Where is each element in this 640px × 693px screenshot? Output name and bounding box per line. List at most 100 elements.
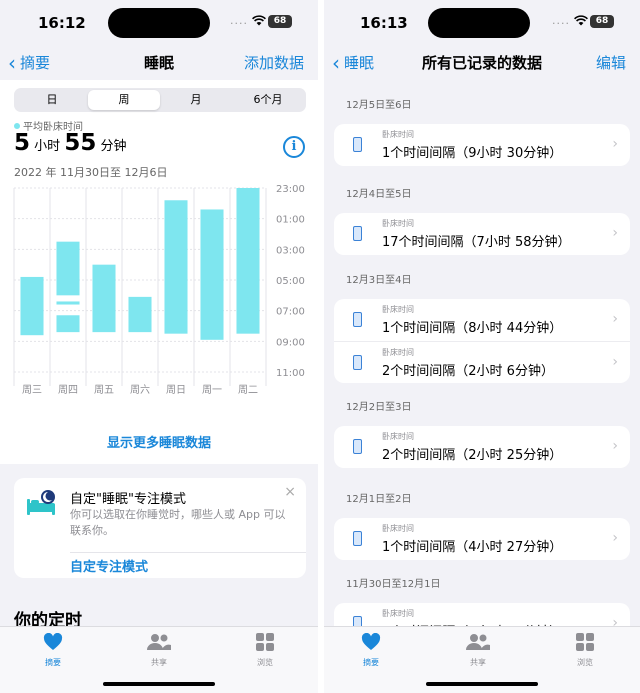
- x-tick-label: 周五: [94, 384, 114, 396]
- hours-value: 5: [14, 130, 31, 156]
- chevron-right-icon: ›: [612, 311, 618, 327]
- tab-sharing[interactable]: 共享: [443, 633, 513, 668]
- sleep-bar: [20, 276, 44, 336]
- segment-six-months[interactable]: 6个月: [232, 90, 304, 110]
- record-category: 卧床时间: [382, 348, 414, 357]
- status-time: 16:12: [38, 14, 86, 32]
- tab-browse-label: 浏览: [257, 658, 273, 667]
- record-row[interactable]: 卧床时间 1个时间间隔（9小时 30分钟） ›: [334, 124, 630, 166]
- record-category: 卧床时间: [382, 305, 414, 314]
- show-more-sleep-data-link[interactable]: 显示更多睡眠数据: [0, 432, 318, 451]
- sleep-bar: [200, 209, 224, 340]
- tab-summary-label: 摘要: [363, 658, 379, 667]
- record-summary: 1个时间间隔（4小时 27分钟）: [382, 540, 563, 555]
- cellular-signal-icon: ....: [230, 14, 248, 27]
- grid-icon: [576, 633, 594, 651]
- tab-browse[interactable]: 浏览: [230, 633, 300, 668]
- y-tick-label: 11:00: [276, 368, 305, 379]
- home-indicator: [426, 682, 538, 686]
- y-tick-label: 07:00: [276, 307, 305, 318]
- status-bar: 16:12 .... 68: [0, 0, 318, 44]
- iphone-icon: [353, 531, 362, 546]
- section-header: 12月2日至3日: [346, 402, 412, 413]
- sleep-bar: [128, 296, 152, 333]
- record-summary: 2个时间间隔（2小时 6分钟）: [382, 364, 554, 379]
- tab-summary[interactable]: 摘要: [336, 632, 406, 668]
- add-data-button[interactable]: 添加数据: [244, 52, 304, 73]
- y-tick-label: 09:00: [276, 337, 305, 348]
- tab-sharing[interactable]: 共享: [124, 633, 194, 668]
- average-value: 5 小时 55 分钟: [14, 130, 126, 156]
- dynamic-island: [108, 8, 210, 38]
- x-tick-label: 周三: [22, 384, 42, 396]
- sleep-screen: 16:12 .... 68 ‹ 摘要 睡眠 添加数据 日 周 月 6个月 平均卧床…: [0, 0, 318, 693]
- record-row[interactable]: 卧床时间 2个时间间隔（2小时 6分钟） ›: [334, 341, 630, 383]
- tab-summary-label: 摘要: [45, 658, 61, 667]
- focus-description: 你可以选取在你睡觉时，哪些人或 App 可以联系你。: [70, 508, 286, 537]
- chevron-right-icon: ›: [612, 438, 618, 454]
- iphone-icon: [353, 355, 362, 370]
- status-bar: 16:13 .... 68: [324, 0, 640, 44]
- sleep-focus-card: 自定"睡眠"专注模式 你可以选取在你睡觉时，哪些人或 App 可以联系你。 × …: [14, 478, 306, 578]
- record-card: 卧床时间 17个时间间隔（7小时 58分钟） ›: [334, 213, 630, 255]
- segment-month[interactable]: 月: [160, 90, 232, 110]
- sleep-chart-card: 日 周 月 6个月 平均卧床时间 5 小时 55 分钟 2022 年 11月30…: [0, 80, 318, 464]
- x-tick-label: 周日: [166, 384, 186, 396]
- period-segmented-control: 日 周 月 6个月: [14, 88, 306, 112]
- tab-browse[interactable]: 浏览: [550, 633, 620, 668]
- record-card: 卧床时间 1个时间间隔（4小时 27分钟） ›: [334, 518, 630, 560]
- record-row[interactable]: 卧床时间 1个时间间隔（4小时 27分钟） ›: [334, 518, 630, 560]
- chevron-right-icon: ›: [612, 530, 618, 546]
- iphone-icon: [353, 312, 362, 327]
- focus-title: 自定"睡眠"专注模式: [70, 492, 186, 507]
- hours-unit: 小时: [34, 139, 61, 154]
- x-tick-label: 周一: [202, 384, 222, 396]
- sleep-bar: [92, 264, 116, 333]
- minutes-value: 55: [64, 130, 97, 156]
- iphone-icon: [353, 439, 362, 454]
- sleep-bar: [56, 315, 80, 333]
- iphone-icon: [353, 137, 362, 152]
- home-indicator: [103, 682, 215, 686]
- tab-sharing-label: 共享: [151, 658, 167, 667]
- sleep-bar: [56, 301, 80, 305]
- wifi-icon: [252, 15, 266, 26]
- record-row[interactable]: 卧床时间 1个时间间隔（8小时 44分钟） ›: [334, 299, 630, 341]
- grid-icon: [256, 633, 274, 651]
- sleep-bar: [56, 241, 80, 296]
- status-time: 16:13: [360, 14, 408, 32]
- bed-moon-icon: [27, 490, 55, 515]
- nav-bar: ‹ 摘要 睡眠 添加数据: [0, 44, 318, 80]
- info-icon[interactable]: i: [283, 136, 305, 158]
- dynamic-island: [428, 8, 530, 38]
- record-row[interactable]: 卧床时间 17个时间间隔（7小时 58分钟） ›: [334, 213, 630, 255]
- legend-dot: [14, 123, 20, 129]
- minutes-unit: 分钟: [100, 139, 127, 154]
- section-header: 12月3日至4日: [346, 275, 412, 286]
- chevron-right-icon: ›: [612, 136, 618, 152]
- record-card: 卧床时间 2个时间间隔（2小时 25分钟） ›: [334, 426, 630, 468]
- sleep-bar: [164, 200, 188, 334]
- record-row[interactable]: 卧床时间 2个时间间隔（2小时 25分钟） ›: [334, 426, 630, 468]
- close-icon[interactable]: ×: [284, 484, 296, 500]
- x-tick-label: 周六: [130, 384, 150, 396]
- tab-browse-label: 浏览: [577, 658, 593, 667]
- y-tick-label: 03:00: [276, 245, 305, 256]
- edit-button[interactable]: 编辑: [596, 52, 626, 73]
- customize-focus-link[interactable]: 自定专注模式: [70, 556, 148, 575]
- tab-summary[interactable]: 摘要: [18, 632, 88, 668]
- y-tick-label: 23:00: [276, 184, 305, 195]
- cellular-signal-icon: ....: [552, 14, 570, 27]
- tab-bar: 摘要 共享 浏览: [0, 626, 318, 693]
- segment-week[interactable]: 周: [88, 90, 160, 110]
- segment-day[interactable]: 日: [16, 90, 88, 110]
- page-title: 所有已记录的数据: [421, 54, 542, 72]
- record-summary: 2个时间间隔（2小时 25分钟）: [382, 448, 563, 463]
- battery-icon: 68: [590, 15, 614, 28]
- record-category: 卧床时间: [382, 432, 414, 441]
- x-tick-label: 周四: [58, 384, 78, 396]
- record-category: 卧床时间: [382, 219, 414, 228]
- x-tick-label: 周二: [238, 384, 258, 396]
- section-header: 12月4日至5日: [346, 189, 412, 200]
- battery-icon: 68: [268, 15, 292, 28]
